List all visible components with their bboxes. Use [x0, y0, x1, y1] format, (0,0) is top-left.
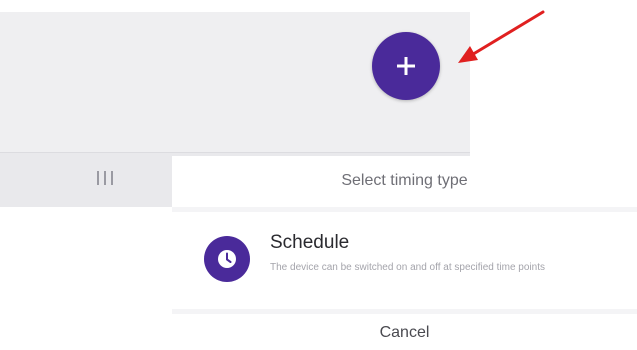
add-timer-button[interactable]: [372, 32, 440, 100]
clock-icon: [204, 236, 250, 282]
annotation-arrow: [458, 10, 545, 63]
screenshot-canvas: Select timing type Schedule The device c…: [0, 0, 637, 350]
sheet-title: Select timing type: [341, 172, 468, 189]
cancel-button[interactable]: Cancel: [172, 316, 637, 350]
menu-lines-icon[interactable]: [96, 167, 114, 189]
divider: [172, 309, 637, 314]
option-title: Schedule: [270, 232, 350, 253]
schedule-option[interactable]: Schedule The device can be switched on a…: [172, 212, 637, 309]
option-description: The device can be switched on and off at…: [270, 262, 545, 273]
plus-icon: [397, 57, 415, 75]
timing-type-sheet: Select timing type Schedule The device c…: [172, 156, 637, 350]
